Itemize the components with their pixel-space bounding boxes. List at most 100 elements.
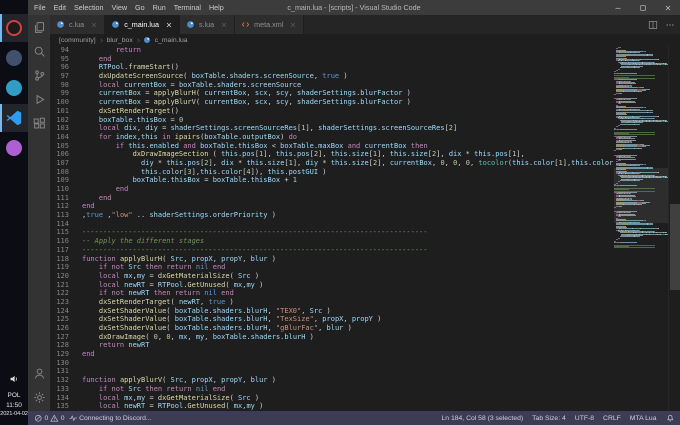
code-line[interactable]: 105 if this.enabled and boxTable.thisBox… (50, 142, 614, 151)
activity-debug-button[interactable] (28, 87, 50, 111)
close-tab-icon[interactable] (165, 21, 173, 29)
code-line[interactable]: 103 local dix, diy = shaderSettings.scre… (50, 124, 614, 133)
code-line[interactable]: 102 boxTable.thisBox = 0 (50, 116, 614, 125)
minimize-button[interactable] (605, 0, 630, 15)
tab-c.lua[interactable]: c.lua (50, 15, 106, 34)
tab-s.lua[interactable]: s.lua (179, 15, 236, 34)
code-line[interactable]: 131 (50, 367, 614, 376)
activity-account-button[interactable] (28, 361, 50, 385)
split-editor-icon[interactable] (648, 20, 658, 30)
code-line[interactable]: 100 currentBox = applyBlurV( currentBox,… (50, 98, 614, 107)
menu-go[interactable]: Go (131, 3, 149, 12)
line-number: 118 (56, 254, 69, 263)
code-line[interactable]: 118 function applyBlurH( Src, propX, prop… (50, 255, 614, 264)
breadcrumb-item[interactable]: c_main.lua (154, 37, 189, 44)
code-line[interactable]: 135 local newRT = RTPool.GetUnused( mx,m… (50, 402, 614, 411)
code-line[interactable]: 112 end (50, 202, 614, 211)
close-tab-icon[interactable] (220, 21, 228, 29)
activity-files-button[interactable] (28, 15, 50, 39)
breadcrumb-item[interactable]: [community] (58, 37, 97, 44)
recorder-app[interactable] (0, 14, 28, 42)
code-line[interactable]: 129 end (50, 350, 614, 359)
code-line[interactable]: 122 if not newRT then return nil end (50, 289, 614, 298)
code-line[interactable]: 98 local currentBox = boxTable.shaders.s… (50, 81, 614, 90)
language-mode[interactable]: MTA Lua (630, 415, 657, 422)
encoding[interactable]: UTF-8 (575, 415, 594, 422)
tab-label: c.lua (69, 20, 85, 29)
tab-c_main.lua[interactable]: c_main.lua (105, 15, 180, 34)
activity-gear-button[interactable] (28, 385, 50, 409)
code-area[interactable]: 94 return 95 end 96 RTPool.frameStart() 97 … (50, 46, 614, 411)
menu-view[interactable]: View (108, 3, 131, 12)
taskbar-date[interactable]: 2021-04-02 (0, 411, 28, 417)
code-line[interactable]: 95 end (50, 55, 614, 64)
code-line[interactable]: 104 for index,this in ipairs(boxTable.ou… (50, 133, 614, 142)
code-line[interactable]: 111 end (50, 194, 614, 203)
steam-app[interactable] (0, 44, 28, 72)
vertical-scrollbar[interactable] (668, 46, 680, 411)
code-line[interactable]: 121 local newRT = RTPool.GetUnused( mx,m… (50, 281, 614, 290)
maximize-button[interactable] (630, 0, 655, 15)
more-actions-icon[interactable] (665, 20, 675, 30)
code-line[interactable]: 116 -- Apply the different stages (50, 237, 614, 246)
code-line[interactable]: 132 function applyBlurV( Src, propX, prop… (50, 376, 614, 385)
code-line[interactable]: 124 dxSetShaderValue( boxTable.shaders.b… (50, 307, 614, 316)
code-text: ,true ,"low" .. shaderSettings.orderPrio… (82, 211, 276, 220)
music-app[interactable] (0, 134, 28, 162)
taskbar-language[interactable]: POL (0, 392, 28, 399)
chat-app[interactable] (0, 74, 28, 102)
code-line[interactable]: 133 if not Src then return nil end (50, 385, 614, 394)
code-line[interactable]: 109 boxTable.thisBox = boxTable.thisBox … (50, 176, 614, 185)
menu-run[interactable]: Run (149, 3, 170, 12)
activity-extensions-button[interactable] (28, 111, 50, 135)
code-line[interactable]: 123 dxSetRenderTarget( newRT, true ) (50, 298, 614, 307)
close-window-button[interactable] (655, 0, 680, 15)
code-line[interactable]: 117 -------------------------------------… (50, 246, 614, 255)
taskbar-time[interactable]: 11:50 (0, 402, 28, 409)
menu-file[interactable]: File (30, 3, 50, 12)
code-line[interactable]: 94 return (50, 46, 614, 55)
taskbar-clock[interactable]: POL 11:50 2021-04-02 (0, 371, 28, 417)
tab-size[interactable]: Tab Size: 4 (532, 415, 566, 422)
code-line[interactable]: 130 (50, 359, 614, 368)
code-line[interactable]: 125 dxSetShaderValue( boxTable.shaders.b… (50, 315, 614, 324)
code-line[interactable]: 134 local mx,my = dxGetMaterialSize( Src… (50, 394, 614, 403)
eol-sequence[interactable]: CRLF (603, 415, 621, 422)
editor[interactable]: 94 return 95 end 96 RTPool.frameStart() 97 … (50, 46, 680, 411)
code-line[interactable]: 101 dxSetRenderTarget() (50, 107, 614, 116)
activity-search-button[interactable] (28, 39, 50, 63)
problems-indicator[interactable]: 0 0 (34, 414, 65, 423)
code-line[interactable]: 97 dxUpdateScreenSource( boxTable.shader… (50, 72, 614, 81)
close-tab-icon[interactable] (289, 21, 297, 29)
code-line[interactable]: 114 (50, 220, 614, 229)
code-line[interactable]: 120 local mx,my = dxGetMaterialSize( Src… (50, 272, 614, 281)
code-line[interactable]: 115 -------------------------------------… (50, 228, 614, 237)
close-icon (664, 4, 672, 12)
cursor-position[interactable]: Ln 184, Col 58 (3 selected) (442, 415, 524, 422)
code-line[interactable]: 119 if not Src then return nil end (50, 263, 614, 272)
code-line[interactable]: 127 dxDrawImage( 0, 0, mx, my, boxTable.… (50, 333, 614, 342)
activity-branch-button[interactable] (28, 63, 50, 87)
code-line[interactable]: 110 end (50, 185, 614, 194)
code-line[interactable]: 106 dxDrawImageSection ( this.pos[1], th… (50, 150, 614, 159)
menu-terminal[interactable]: Terminal (170, 3, 205, 12)
code-line[interactable]: 108 this.color[3],this.color[4]), this.p… (50, 168, 614, 177)
close-tab-icon[interactable] (90, 21, 98, 29)
code-line[interactable]: 128 return newRT (50, 341, 614, 350)
code-line[interactable]: 96 RTPool.frameStart() (50, 63, 614, 72)
menu-help[interactable]: Help (205, 3, 228, 12)
tab-meta.xml[interactable]: meta.xml (235, 15, 305, 34)
menu-edit[interactable]: Edit (50, 3, 70, 12)
code-line[interactable]: 113 ,true ,"low" .. shaderSettings.orderP… (50, 211, 614, 220)
breadcrumb-item[interactable]: blur_box (106, 37, 134, 44)
discord-status[interactable]: Connecting to Discord... (69, 414, 152, 423)
code-line[interactable]: 126 dxSetShaderValue( boxTable.shaders.b… (50, 324, 614, 333)
code-line[interactable]: 107 diy * this.pos[2], dix * this.size[1… (50, 159, 614, 168)
menu-selection[interactable]: Selection (70, 3, 108, 12)
minimap[interactable] (614, 46, 668, 411)
vscode-app[interactable] (0, 104, 28, 132)
speaker-icon[interactable] (9, 374, 19, 384)
scrollbar-thumb[interactable] (670, 204, 680, 290)
code-line[interactable]: 99 currentBox = applyBlurH( currentBox, … (50, 89, 614, 98)
bell-icon[interactable] (666, 414, 675, 423)
